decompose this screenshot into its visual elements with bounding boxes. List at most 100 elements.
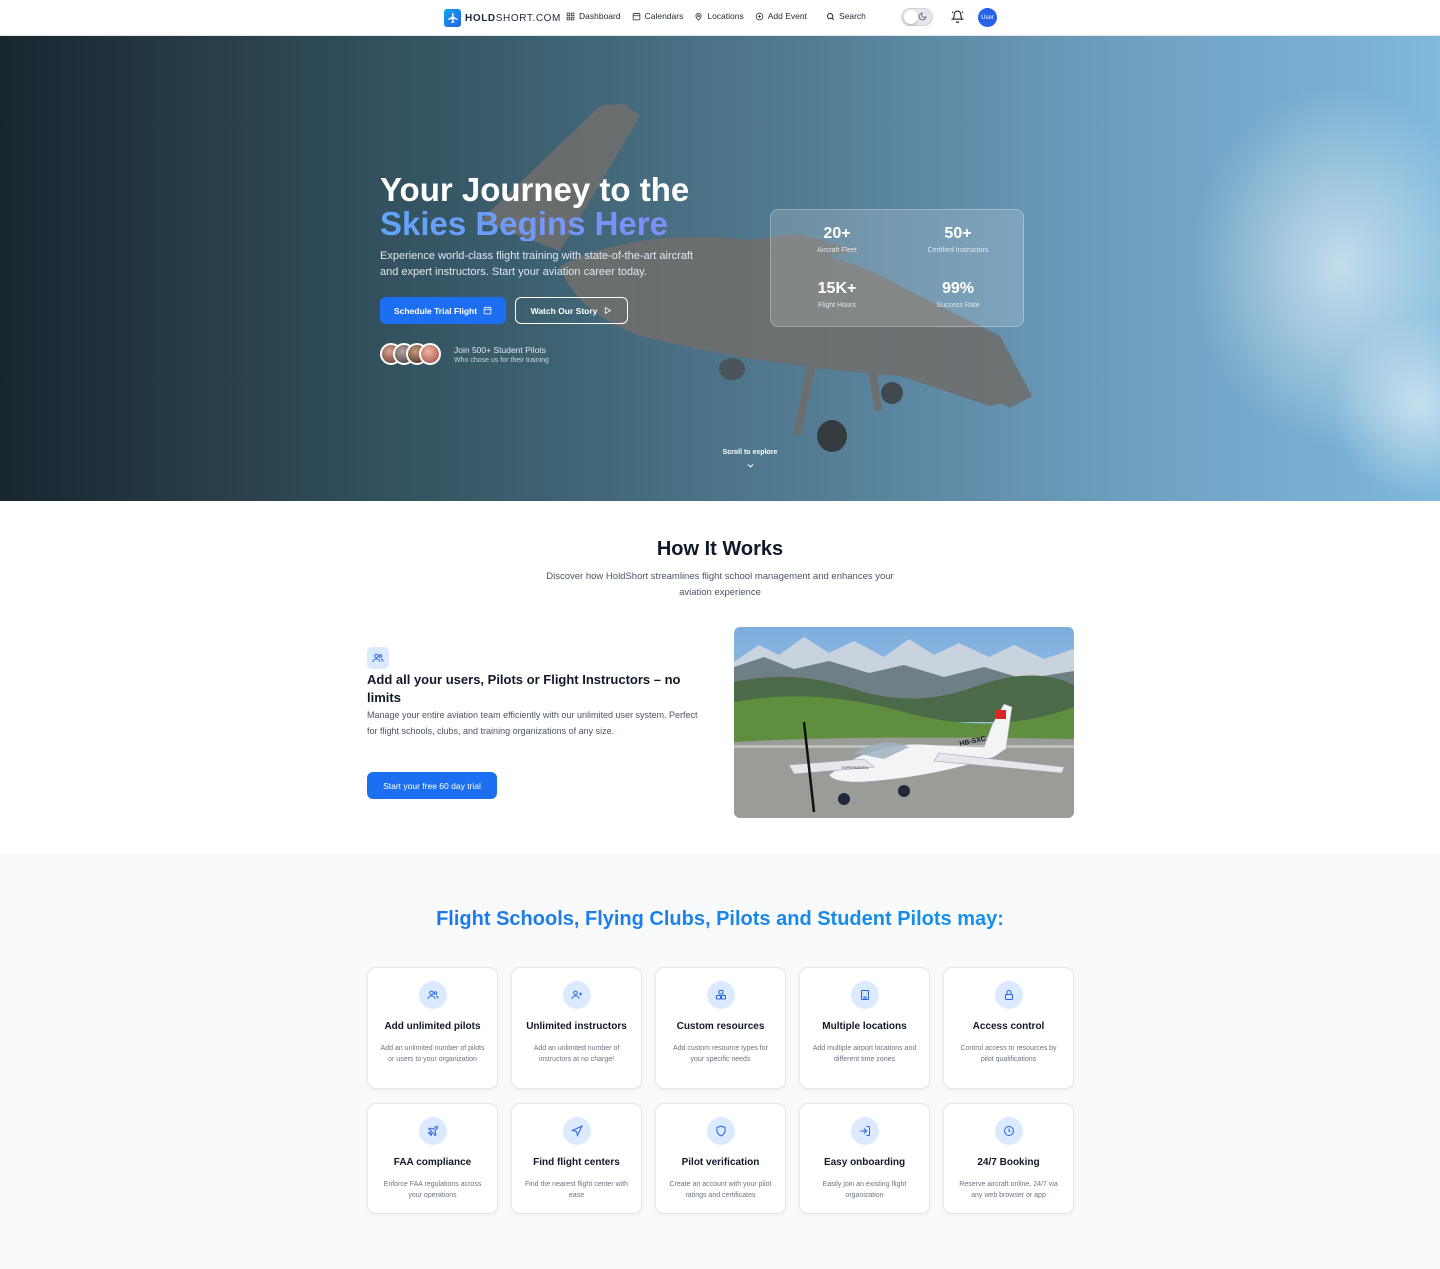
- card-title: Access control: [972, 1021, 1045, 1032]
- card-text: Add an unlimited number of instructors a…: [533, 1045, 620, 1063]
- feature-description: Manage your entire aviation team efficie…: [367, 710, 698, 736]
- moon-icon: [918, 12, 927, 21]
- users-icon: [367, 647, 389, 669]
- card-text: Easily join an existing flight organizat…: [822, 1181, 907, 1199]
- card-title: Unlimited instructors: [526, 1021, 627, 1032]
- user-avatar[interactable]: User: [978, 8, 997, 27]
- how-it-works-title: How It Works: [656, 538, 784, 560]
- scroll-hint[interactable]: Scroll to explore: [700, 449, 800, 470]
- feature-card-unlimited-instructors[interactable]: Unlimited instructors Add an unlimited n…: [511, 967, 642, 1089]
- watch-our-story-button[interactable]: Watch Our Story: [515, 297, 628, 324]
- nav-dashboard[interactable]: Dashboard: [566, 11, 621, 21]
- feature-card-24-7-booking[interactable]: 24/7 Booking Reserve aircraft online, 24…: [943, 1103, 1074, 1214]
- nav-calendars[interactable]: Calendars: [632, 11, 684, 21]
- stat-label: Success Rate: [936, 302, 980, 309]
- hero-title-line1: Your Journey to the: [380, 171, 690, 208]
- feature-card-faa-compliance[interactable]: FAA compliance Enforce FAA regulations a…: [367, 1103, 498, 1214]
- card-text: Find the nearest flight center with ease: [524, 1181, 629, 1199]
- card-text: Add multiple airport locations and diffe…: [812, 1045, 917, 1063]
- toggle-knob: [904, 10, 918, 24]
- feature-card-multiple-locations[interactable]: Multiple locations Add multiple airport …: [799, 967, 930, 1089]
- card-text: Add custom resource types for your speci…: [673, 1045, 768, 1063]
- navigation-icon: [562, 1117, 591, 1145]
- shield-icon: [706, 1117, 735, 1145]
- start-free-trial-button[interactable]: Start your free 60 day trial: [367, 772, 497, 799]
- stat-value: 20+: [823, 225, 851, 242]
- calendar-icon: [483, 306, 492, 315]
- feature-card-add-unlimited-pilots[interactable]: Add unlimited pilots Add an unlimited nu…: [367, 967, 498, 1089]
- card-text: Enforce FAA regulations across your oper…: [383, 1181, 482, 1199]
- card-title: Pilot verification: [681, 1157, 760, 1168]
- hero-section: Your Journey to the Skies Begins Here Ex…: [0, 36, 1440, 501]
- stat-aircraft-fleet: 20+ Aircraft Fleet: [782, 225, 892, 254]
- nav-locations[interactable]: Locations: [694, 11, 744, 21]
- stat-success-rate: 99% Success Rate: [903, 280, 1013, 309]
- bell-icon[interactable]: [951, 10, 964, 23]
- play-icon: [605, 306, 612, 315]
- nav-search-label: Search: [838, 11, 866, 21]
- nav-search[interactable]: Search: [826, 11, 866, 21]
- feature-card-pilot-verification[interactable]: Pilot verification Create an account wit…: [655, 1103, 786, 1214]
- how-it-works-section: How It Works Discover how HoldShort stre…: [0, 501, 1440, 854]
- hero-subtitle: Experience world-class flight training w…: [380, 250, 694, 278]
- card-text: Create an account with your pilot rating…: [669, 1181, 772, 1199]
- lock-icon: [994, 981, 1023, 1009]
- sign-in-icon: [850, 1117, 879, 1145]
- boxes-icon: [706, 981, 735, 1009]
- schedule-trial-flight-button[interactable]: Schedule Trial Flight: [380, 297, 506, 324]
- hero-airplane-image: [480, 86, 1440, 496]
- feature-card-custom-resources[interactable]: Custom resources Add custom resource typ…: [655, 967, 786, 1089]
- users-icon: [418, 981, 447, 1009]
- plus-circle-icon: [755, 12, 763, 20]
- student-pilots-row: Join 500+ Student Pilots Who chose us fo…: [380, 343, 549, 365]
- building-icon: [850, 981, 879, 1009]
- feature-card-easy-onboarding[interactable]: Easy onboarding Easily join an existing …: [799, 1103, 930, 1214]
- map-pin-icon: [695, 12, 702, 21]
- aircraft-marking: EXPERIMENTAL: [842, 766, 869, 770]
- scroll-hint-label: Scroll to explore: [722, 449, 778, 456]
- student-avatar-group: [380, 343, 441, 365]
- feature-title: Add all your users, Pilots or Flight Ins…: [367, 672, 681, 705]
- stats-card: 20+ Aircraft Fleet 50+ Certified Instruc…: [770, 209, 1024, 327]
- feature-card-find-flight-centers[interactable]: Find flight centers Find the nearest fli…: [511, 1103, 642, 1214]
- card-title: FAA compliance: [393, 1157, 472, 1168]
- stat-value: 15K+: [817, 280, 857, 297]
- stat-flight-hours: 15K+ Flight Hours: [782, 280, 892, 309]
- card-title: Easy onboarding: [823, 1157, 906, 1168]
- student-pilots-subtitle: Who chose us for their training: [454, 356, 549, 364]
- nav-add-event[interactable]: Add Event: [755, 11, 807, 21]
- stat-certified-instructors: 50+ Certified Instructors: [903, 225, 1013, 254]
- airplane-on-runway-image: HB-SXC EXPERIMENTAL: [734, 627, 1074, 818]
- stat-value: 99%: [941, 280, 975, 297]
- user-plus-icon: [562, 981, 591, 1009]
- stat-label: Aircraft Fleet: [817, 247, 857, 254]
- student-avatar: [419, 343, 441, 365]
- watch-our-story-label: Watch Our Story: [530, 305, 598, 316]
- brand[interactable]: HOLDSHORT.COM: [444, 9, 561, 27]
- hero-title: Your Journey to the Skies Begins Here: [380, 173, 689, 241]
- top-navbar: HOLDSHORT.COM Dashboard Calendars Locati…: [0, 0, 1440, 36]
- student-pilots-title: Join 500+ Student Pilots: [454, 344, 546, 355]
- stat-value: 50+: [944, 225, 972, 242]
- stat-label: Flight Hours: [818, 302, 856, 309]
- card-text: Control access to resources by pilot qua…: [960, 1045, 1057, 1063]
- card-title: Add unlimited pilots: [384, 1021, 481, 1032]
- card-text: Add an unlimited number of pilots or use…: [380, 1045, 485, 1063]
- schedule-trial-flight-label: Schedule Trial Flight: [393, 305, 478, 316]
- card-text: Reserve aircraft online, 24/7 via any we…: [959, 1181, 1058, 1199]
- nav-locations-label: Locations: [707, 11, 744, 21]
- card-title: Find flight centers: [533, 1157, 620, 1168]
- stat-label: Certified Instructors: [927, 247, 989, 254]
- how-it-works-subtitle: Discover how HoldShort streamlines fligh…: [546, 571, 894, 598]
- grid-icon: [566, 12, 575, 20]
- nav-calendars-label: Calendars: [644, 11, 684, 21]
- calendar-icon: [632, 12, 640, 20]
- card-title: 24/7 Booking: [977, 1157, 1040, 1168]
- clock-icon: [994, 1117, 1023, 1145]
- nav-dashboard-label: Dashboard: [579, 11, 621, 21]
- main-nav: Dashboard Calendars Locations Add Event …: [566, 11, 866, 21]
- feature-card-access-control[interactable]: Access control Control access to resourc…: [943, 967, 1074, 1089]
- hero-title-line2: Skies Begins Here: [380, 207, 689, 241]
- features-section: Flight Schools, Flying Clubs, Pilots and…: [0, 854, 1440, 1269]
- theme-toggle[interactable]: [901, 8, 933, 26]
